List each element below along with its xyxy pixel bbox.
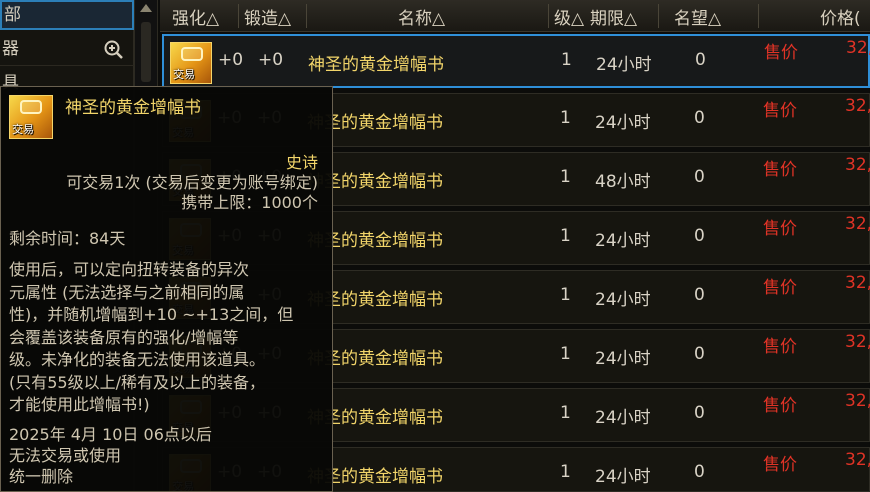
zoom-icon[interactable] <box>104 40 124 60</box>
row-price-label: 售价 <box>763 219 797 239</box>
table-header: 强化△ 锻造△ 名称△ 级△ 期限△ 名望△ 价格( <box>160 0 870 32</box>
row-price-label: 售价 <box>763 396 797 416</box>
row-period: 24小时 <box>596 55 652 75</box>
row-period: 24小时 <box>595 408 651 428</box>
row-period: 24小时 <box>595 467 651 487</box>
tooltip-description: 使用后，可以定向扭转装备的异次 元属性 (无法选择与之前相同的属 性)，并随机增… <box>9 260 294 414</box>
category-label: 器 <box>2 39 19 59</box>
row-fame: 0 <box>694 226 705 246</box>
row-fame: 0 <box>694 285 705 305</box>
tooltip-remaining-time: 剩余时间：84天 <box>9 229 126 248</box>
row-level: 1 <box>560 285 571 305</box>
gold-scroll-icon: 交易 <box>9 95 53 139</box>
row-price: 32, <box>845 155 870 175</box>
col-fame-header[interactable]: 名望△ <box>674 4 721 29</box>
row-period: 48小时 <box>595 172 651 192</box>
col-name-header[interactable]: 名称△ <box>398 4 445 29</box>
row-price: 32, <box>845 450 870 470</box>
row-level: 1 <box>561 50 572 70</box>
row-forge: +0 <box>258 50 284 70</box>
row-fame: 0 <box>694 462 705 482</box>
item-tooltip: 交易 神圣的黄金增幅书 史诗 可交易1次 (交易后变更为账号绑定) 携带上限：1… <box>0 86 333 492</box>
row-price-label: 售价 <box>763 337 797 357</box>
row-period: 24小时 <box>595 290 651 310</box>
row-price-label: 售价 <box>763 455 797 475</box>
col-level-header[interactable]: 级△ <box>554 4 584 29</box>
tooltip-title: 神圣的黄金增幅书 <box>65 98 201 118</box>
category-item-weapon[interactable]: 器 <box>0 34 134 66</box>
col-period-header[interactable]: 期限△ <box>590 4 637 29</box>
col-price-header[interactable]: 价格( <box>820 4 861 29</box>
row-item-name: 神圣的黄金增幅书 <box>308 55 444 75</box>
row-price: 32, <box>845 391 870 411</box>
row-period: 24小时 <box>595 113 651 133</box>
row-price: 32, <box>846 38 870 58</box>
row-price: 32, <box>845 332 870 352</box>
row-level: 1 <box>560 403 571 423</box>
table-row[interactable]: 交易 +0 +0 神圣的黄金增幅书 1 24小时 0 售价 32, <box>162 34 870 88</box>
gold-scroll-icon: 交易 <box>170 42 212 84</box>
category-item-selected[interactable]: 部 <box>0 0 134 30</box>
row-fame: 0 <box>694 167 705 187</box>
row-fame: 0 <box>694 403 705 423</box>
row-level: 1 <box>560 344 571 364</box>
row-price: 32, <box>845 214 870 234</box>
row-level: 1 <box>560 167 571 187</box>
row-fame: 0 <box>695 50 706 70</box>
row-price-label: 售价 <box>763 101 797 121</box>
row-fame: 0 <box>694 344 705 364</box>
col-forge-header[interactable]: 锻造△ <box>244 4 291 29</box>
tooltip-expiry-delete: 统一删除 <box>9 467 74 486</box>
row-price: 32, <box>845 273 870 293</box>
col-enhance-header[interactable]: 强化△ <box>172 4 219 29</box>
row-level: 1 <box>560 462 571 482</box>
category-label: 部 <box>4 5 21 25</box>
scroll-up-arrow-icon[interactable] <box>138 2 154 14</box>
row-period: 24小时 <box>595 231 651 251</box>
tooltip-carry-limit: 携带上限：1000个 <box>181 193 318 212</box>
row-price-label: 售价 <box>764 43 798 63</box>
row-level: 1 <box>560 108 571 128</box>
row-price-label: 售价 <box>763 278 797 298</box>
row-enhance: +0 <box>218 50 244 70</box>
row-price: 32, <box>845 96 870 116</box>
row-fame: 0 <box>694 108 705 128</box>
row-period: 24小时 <box>595 349 651 369</box>
row-price-label: 售价 <box>763 160 797 180</box>
row-level: 1 <box>560 226 571 246</box>
scroll-thumb[interactable] <box>141 22 151 82</box>
